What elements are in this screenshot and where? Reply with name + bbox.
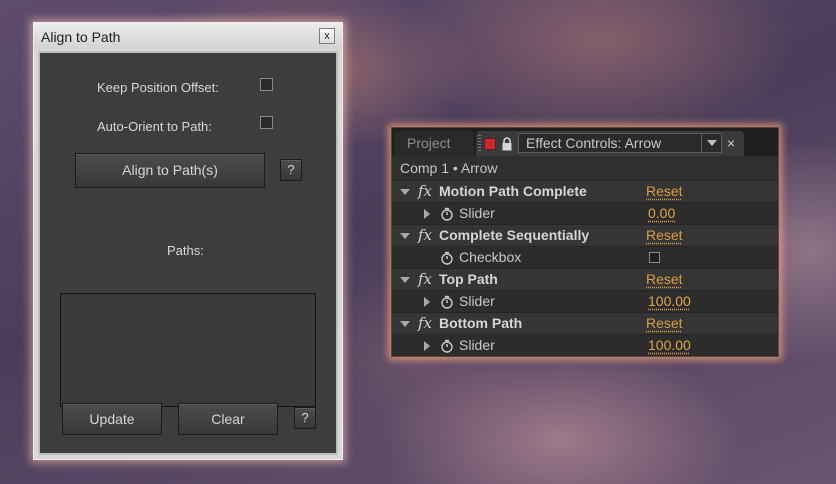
auto-orient-label: Auto-Orient to Path: — [97, 119, 212, 134]
expand-triangle-icon[interactable] — [424, 297, 430, 307]
stopwatch-icon[interactable] — [440, 295, 454, 309]
effects-list: fx Motion Path Complete Reset Slider 0.0… — [392, 180, 778, 356]
expand-triangle-icon[interactable] — [400, 233, 410, 239]
clear-button[interactable]: Clear — [178, 403, 278, 435]
auto-orient-checkbox[interactable] — [260, 116, 273, 129]
stopwatch-icon[interactable] — [440, 207, 454, 221]
param-checkbox[interactable] — [649, 252, 660, 263]
expand-triangle-icon[interactable] — [424, 209, 430, 219]
slider-value[interactable]: 0.00 — [648, 205, 675, 221]
effect-name: Bottom Path — [439, 315, 523, 331]
panel-tabbar: Project Effect Controls: Arrow × — [392, 128, 778, 156]
keep-position-offset-label: Keep Position Offset: — [97, 80, 219, 95]
slider-value[interactable]: 100.00 — [648, 293, 691, 309]
keep-position-offset-checkbox[interactable] — [260, 78, 273, 91]
expand-triangle-icon[interactable] — [424, 341, 430, 351]
fx-icon[interactable]: fx — [418, 314, 432, 332]
param-row[interactable]: Checkbox — [392, 246, 778, 268]
reset-link[interactable]: Reset — [646, 227, 683, 243]
effect-row[interactable]: fx Top Path Reset — [392, 268, 778, 290]
align-help-button[interactable]: ? — [280, 159, 302, 181]
label-color-swatch[interactable] — [484, 138, 496, 150]
stopwatch-icon[interactable] — [440, 339, 454, 353]
layer-select-dropdown[interactable]: Effect Controls: Arrow — [518, 133, 722, 153]
fx-icon[interactable]: fx — [418, 270, 432, 288]
effect-controls-panel: Project Effect Controls: Arrow × Comp 1 … — [391, 127, 779, 357]
drag-grip-icon[interactable] — [478, 135, 481, 153]
effect-name: Top Path — [439, 271, 498, 287]
reset-link[interactable]: Reset — [646, 183, 683, 199]
paths-label: Paths: — [167, 243, 204, 258]
expand-triangle-icon[interactable] — [400, 321, 410, 327]
layer-select-value: Effect Controls: Arrow — [526, 135, 662, 151]
effect-row[interactable]: fx Motion Path Complete Reset — [392, 180, 778, 202]
tab-effect-controls[interactable]: Effect Controls: Arrow × — [476, 131, 744, 156]
param-name: Checkbox — [459, 249, 522, 265]
fx-icon[interactable]: fx — [418, 226, 432, 244]
effect-name: Complete Sequentially — [439, 227, 590, 243]
effect-row[interactable]: fx Bottom Path Reset — [392, 312, 778, 334]
param-row[interactable]: Slider 100.00 — [392, 290, 778, 312]
align-to-path-dialog: Align to Path x Keep Position Offset: Au… — [33, 22, 343, 460]
dialog-title: Align to Path — [41, 29, 121, 45]
tab-project[interactable]: Project — [394, 131, 474, 156]
param-name: Slider — [459, 205, 495, 221]
chevron-down-icon[interactable] — [701, 134, 721, 152]
lock-icon[interactable] — [502, 137, 512, 151]
effect-name: Motion Path Complete — [439, 183, 587, 199]
reset-link[interactable]: Reset — [646, 315, 683, 331]
param-name: Slider — [459, 293, 495, 309]
slider-value[interactable]: 100.00 — [648, 337, 691, 353]
align-to-paths-button[interactable]: Align to Path(s) — [75, 153, 265, 188]
effect-row[interactable]: fx Complete Sequentially Reset — [392, 224, 778, 246]
stopwatch-icon[interactable] — [440, 251, 454, 265]
reset-link[interactable]: Reset — [646, 271, 683, 287]
expand-triangle-icon[interactable] — [400, 189, 410, 195]
paths-list[interactable] — [60, 293, 316, 407]
dialog-body: Keep Position Offset: Auto-Orient to Pat… — [38, 51, 338, 455]
comp-layer-header: Comp 1 • Arrow — [392, 156, 778, 180]
dialog-close-button[interactable]: x — [319, 28, 335, 44]
panel-close-button[interactable]: × — [727, 135, 735, 151]
expand-triangle-icon[interactable] — [400, 277, 410, 283]
fx-icon[interactable]: fx — [418, 182, 432, 200]
dialog-titlebar[interactable]: Align to Path x — [34, 23, 342, 50]
update-button[interactable]: Update — [62, 403, 162, 435]
param-name: Slider — [459, 337, 495, 353]
param-row[interactable]: Slider 100.00 — [392, 334, 778, 356]
clear-help-button[interactable]: ? — [294, 407, 316, 429]
param-row[interactable]: Slider 0.00 — [392, 202, 778, 224]
